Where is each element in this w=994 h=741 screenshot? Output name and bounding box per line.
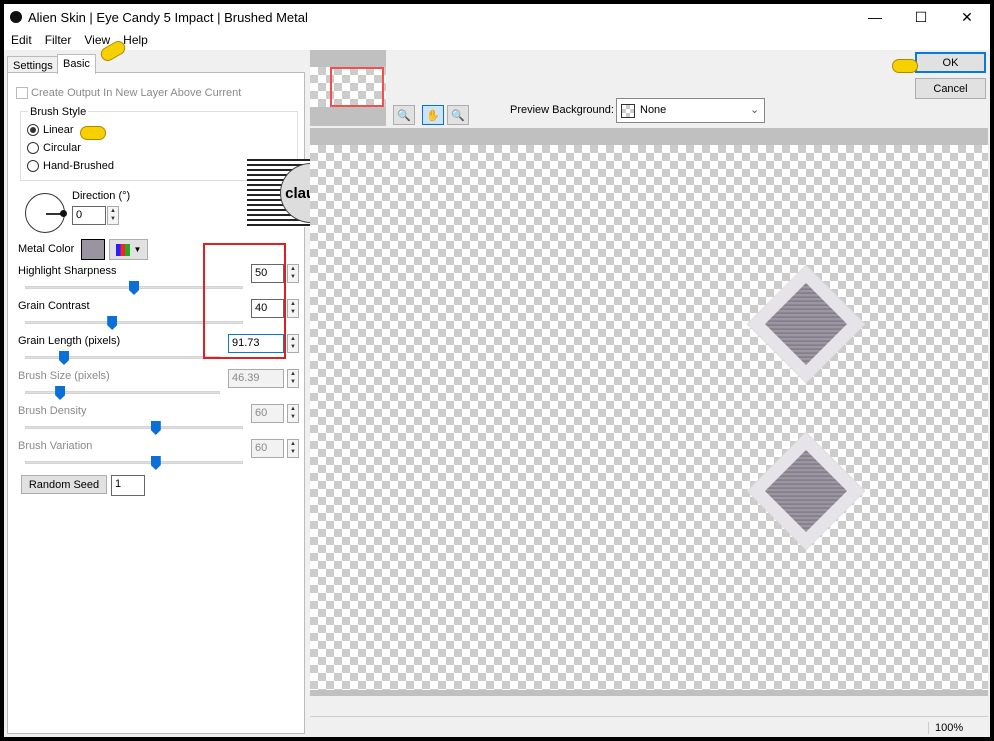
grain-length-pixels-label: Grain Length (pixels) xyxy=(18,335,121,347)
highlight-box xyxy=(203,243,286,359)
direction-label: Direction (°) xyxy=(72,190,131,202)
metal-color-swatch[interactable] xyxy=(81,239,105,260)
grain-length-pixels-spinner[interactable]: ▲ ▼ xyxy=(287,334,299,353)
direction-input[interactable]: 0 xyxy=(72,206,106,225)
hand-brushed-label: Hand-Brushed xyxy=(43,160,114,172)
brush-variation-spinner[interactable]: ▲ ▼ xyxy=(287,439,299,458)
grain-length-pixels-slider-thumb[interactable] xyxy=(59,351,69,365)
preview-background-value: None xyxy=(640,104,667,116)
window-title: Alien Skin | Eye Candy 5 Impact | Brushe… xyxy=(28,9,308,25)
title-bar: Alien Skin | Eye Candy 5 Impact | Brushe… xyxy=(4,4,990,30)
hand-pan-tool-button[interactable]: ✋ xyxy=(422,105,444,125)
preview-background-select[interactable]: None ⌄ xyxy=(616,98,765,123)
menu-view[interactable]: View xyxy=(84,33,110,47)
brush-density-slider-thumb[interactable] xyxy=(150,421,161,435)
radio-linear[interactable] xyxy=(27,124,39,136)
grain-contrast-spinner[interactable]: ▲ ▼ xyxy=(287,299,299,318)
zoom-level: 100% xyxy=(928,722,963,734)
random-seed-input[interactable]: 1 xyxy=(111,475,145,496)
chevron-down-icon: ▼ xyxy=(133,245,142,254)
minimize-button[interactable]: — xyxy=(852,4,898,30)
brush-density-input[interactable]: 60 xyxy=(251,404,284,423)
dialog-window: Alien Skin | Eye Candy 5 Impact | Brushe… xyxy=(4,4,990,737)
highlight-sharpness-slider-thumb[interactable] xyxy=(129,281,139,295)
radio-hand-brushed[interactable] xyxy=(27,160,39,172)
navigator-thumbnail[interactable] xyxy=(310,50,386,126)
cancel-button[interactable]: Cancel xyxy=(915,78,986,99)
tab-basic[interactable]: Basic xyxy=(57,54,96,74)
preview-area[interactable] xyxy=(310,128,988,696)
brush-size-pixels-slider-thumb[interactable] xyxy=(55,386,66,400)
palette-icon xyxy=(115,243,130,256)
preview-zoom-fit-button[interactable]: 🔍 xyxy=(393,105,415,125)
chevron-down-icon: ⌄ xyxy=(750,104,760,116)
brush-density-spinner[interactable]: ▲ ▼ xyxy=(287,404,299,423)
pointer-hand-icon xyxy=(80,126,106,140)
metal-color-label: Metal Color xyxy=(18,243,75,255)
radio-circular[interactable] xyxy=(27,142,39,154)
checker-icon xyxy=(621,104,635,118)
zoom-tool-button[interactable]: 🔍 xyxy=(447,105,469,125)
grain-contrast-label: Grain Contrast xyxy=(18,300,90,312)
brush-style-label: Brush Style xyxy=(28,106,89,118)
brush-density-label: Brush Density xyxy=(18,405,87,417)
brush-density-slider[interactable] xyxy=(25,426,243,429)
preview-background-label: Preview Background: xyxy=(510,104,614,116)
ok-button[interactable]: OK xyxy=(915,52,986,73)
menu-filter[interactable]: Filter xyxy=(45,33,72,47)
highlight-sharpness-label: Highlight Sharpness xyxy=(18,265,117,277)
brush-size-pixels-slider[interactable] xyxy=(25,391,220,394)
grain-length-pixels-slider[interactable] xyxy=(25,356,220,359)
brush-variation-label: Brush Variation xyxy=(18,440,93,452)
brush-variation-slider-thumb[interactable] xyxy=(150,456,161,470)
pointer-hand-icon xyxy=(892,59,918,73)
random-seed-button[interactable]: Random Seed xyxy=(21,475,107,494)
linear-label: Linear xyxy=(43,124,74,136)
create-output-label: Create Output In New Layer Above Current xyxy=(31,87,242,99)
circular-label: Circular xyxy=(43,142,81,154)
brush-size-pixels-input[interactable]: 46.39 xyxy=(228,369,284,388)
menu-help[interactable]: Help xyxy=(123,33,148,47)
menu-bar: Edit Filter View Help xyxy=(4,30,990,50)
create-output-checkbox[interactable] xyxy=(16,87,28,99)
brush-size-pixels-label: Brush Size (pixels) xyxy=(18,370,110,382)
grain-contrast-slider-thumb[interactable] xyxy=(107,316,118,330)
direction-spinner[interactable]: ▲ ▼ xyxy=(107,206,119,225)
brush-variation-input[interactable]: 60 xyxy=(251,439,284,458)
close-button[interactable]: ✕ xyxy=(944,4,990,30)
menu-edit[interactable]: Edit xyxy=(11,33,32,47)
color-palette-dropdown[interactable]: ▼ xyxy=(109,239,148,260)
highlight-sharpness-spinner[interactable]: ▲ ▼ xyxy=(287,264,299,283)
brush-size-pixels-spinner[interactable]: ▲ ▼ xyxy=(287,369,299,388)
status-bar: 100% xyxy=(310,716,988,736)
app-icon xyxy=(10,11,22,23)
direction-dial[interactable] xyxy=(25,193,67,233)
maximize-button[interactable]: ☐ xyxy=(898,4,944,30)
brush-variation-slider[interactable] xyxy=(25,461,243,464)
